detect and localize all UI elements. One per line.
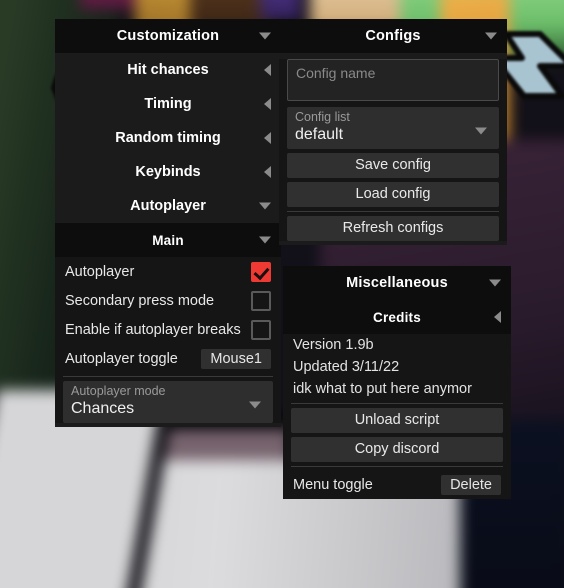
chevron-down-icon[interactable]	[259, 236, 271, 244]
checkbox-secondary-press-mode[interactable]	[251, 290, 271, 311]
divider	[287, 211, 499, 212]
dropdown-label: Autoplayer mode	[71, 384, 166, 398]
toggle-label: Secondary press mode	[65, 292, 215, 309]
keybind-label: Menu toggle	[293, 476, 373, 493]
chevron-left-icon[interactable]	[264, 64, 271, 76]
customization-title: Customization	[116, 28, 220, 44]
keybind-row-menu-toggle[interactable]: Menu toggle Delete	[283, 470, 511, 499]
sidebar-item-timing[interactable]: Timing	[55, 87, 281, 121]
sidebar-item-hit-chances[interactable]: Hit chances	[55, 53, 281, 87]
sidebar-item-label: Timing	[144, 96, 192, 112]
credits-body: Version 1.9b Updated 3/11/22 idk what to…	[283, 334, 511, 499]
chevron-down-icon[interactable]	[259, 32, 271, 40]
refresh-configs-button[interactable]: Refresh configs	[287, 216, 499, 241]
sidebar-item-random-timing[interactable]: Random timing	[55, 121, 281, 155]
updated-text: Updated 3/11/22	[293, 359, 400, 375]
configs-header[interactable]: Configs	[279, 19, 507, 53]
version-text: Version 1.9b	[293, 337, 374, 353]
checkbox-autoplayer[interactable]	[251, 261, 271, 282]
keybind-row-autoplayer-toggle[interactable]: Autoplayer toggle Mouse1	[55, 344, 281, 373]
toggle-row-autoplayer[interactable]: Autoplayer	[55, 257, 281, 286]
keybind-label: Autoplayer toggle	[65, 350, 178, 367]
toggle-row-enable-if-autoplayer-breaks[interactable]: Enable if autoplayer breaks	[55, 315, 281, 344]
screenshot-root: Customization Hit chances Timing Random …	[0, 0, 564, 588]
toggle-label: Autoplayer	[65, 263, 135, 280]
dropdown-autoplayer-mode[interactable]: Autoplayer mode Chances	[63, 381, 273, 423]
configs-title: Configs	[365, 28, 421, 44]
configs-panel: Configs Config name Config list default …	[279, 19, 507, 245]
dropdown-config-list[interactable]: Config list default	[287, 107, 499, 149]
sidebar-item-label: Random timing	[115, 130, 221, 146]
chevron-down-icon[interactable]	[475, 127, 487, 135]
sidebar-item-label: Hit chances	[127, 62, 209, 78]
customization-nav-list: Hit chances Timing Random timing Keybind…	[55, 53, 281, 223]
unload-script-button[interactable]: Unload script	[291, 408, 503, 433]
chevron-left-icon[interactable]	[264, 166, 271, 178]
chevron-left-icon[interactable]	[264, 132, 271, 144]
sidebar-item-keybinds[interactable]: Keybinds	[55, 155, 281, 189]
divider	[291, 466, 503, 467]
dropdown-value: default	[295, 126, 344, 143]
customization-panel: Customization Hit chances Timing Random …	[55, 19, 281, 427]
main-section-header[interactable]: Main	[55, 223, 281, 257]
sidebar-item-autoplayer[interactable]: Autoplayer	[55, 189, 281, 223]
note-text: idk what to put here anymor	[293, 381, 472, 397]
chevron-down-icon[interactable]	[259, 202, 271, 210]
divider	[291, 403, 503, 404]
chevron-down-icon[interactable]	[485, 32, 497, 40]
load-config-button[interactable]: Load config	[287, 182, 499, 207]
chevron-down-icon[interactable]	[249, 401, 261, 409]
dropdown-label: Config list	[295, 110, 350, 124]
chevron-down-icon[interactable]	[489, 279, 501, 287]
dropdown-value: Chances	[71, 400, 135, 417]
chevron-left-icon[interactable]	[264, 98, 271, 110]
save-config-button[interactable]: Save config	[287, 153, 499, 178]
chevron-left-icon[interactable]	[494, 311, 501, 323]
configs-body: Config name Config list default Save con…	[279, 59, 507, 241]
miscellaneous-title: Miscellaneous	[346, 275, 448, 291]
customization-header[interactable]: Customization	[55, 19, 281, 53]
sidebar-item-label: Keybinds	[135, 164, 201, 180]
checkbox-enable-if-autoplayer-breaks[interactable]	[251, 319, 271, 340]
sidebar-item-label: Autoplayer	[130, 198, 206, 214]
main-section-body: Autoplayer Secondary press mode Enable i…	[55, 257, 281, 423]
miscellaneous-panel: Miscellaneous Credits Version 1.9b Updat…	[283, 266, 511, 499]
miscellaneous-header[interactable]: Miscellaneous	[283, 266, 511, 300]
credits-header[interactable]: Credits	[283, 300, 511, 334]
keybind-button-menu-toggle[interactable]: Delete	[441, 474, 501, 495]
toggle-label: Enable if autoplayer breaks	[65, 321, 241, 338]
divider	[63, 376, 273, 377]
config-name-input[interactable]: Config name	[287, 59, 499, 101]
keybind-button-autoplayer-toggle[interactable]: Mouse1	[201, 348, 271, 369]
copy-discord-button[interactable]: Copy discord	[291, 437, 503, 462]
main-section-title: Main	[152, 232, 184, 248]
credits-title: Credits	[373, 309, 421, 325]
toggle-row-secondary-press-mode[interactable]: Secondary press mode	[55, 286, 281, 315]
